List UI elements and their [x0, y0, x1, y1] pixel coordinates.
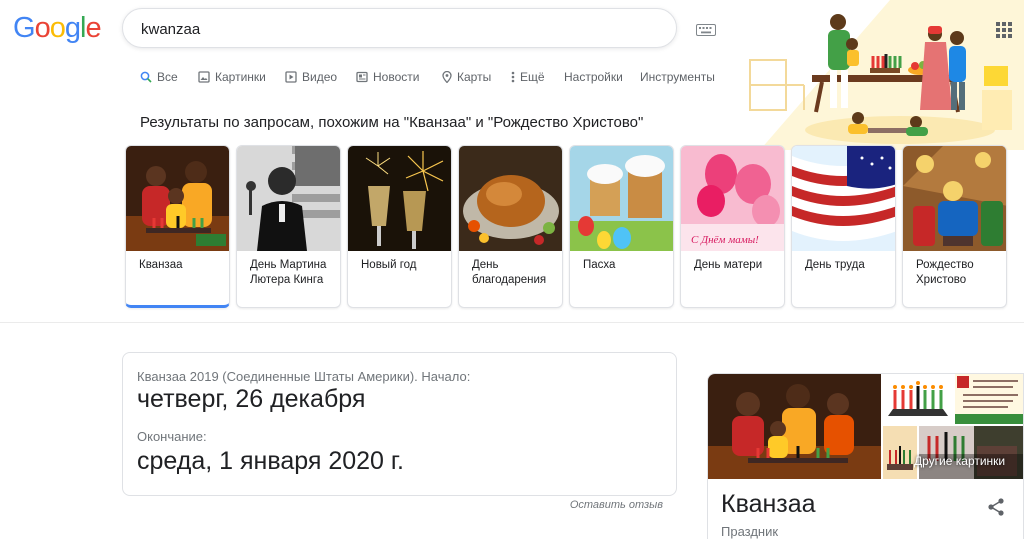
- start-date-value: четверг, 26 декабря: [137, 385, 366, 413]
- share-icon[interactable]: [988, 498, 1004, 521]
- tab-label: Ещё: [520, 70, 545, 84]
- search-box[interactable]: [122, 8, 783, 48]
- kwanzaa-family-image: [126, 146, 229, 251]
- card-label: Рождество Христово: [916, 259, 974, 286]
- kp-main-image[interactable]: [708, 374, 881, 479]
- google-logo[interactable]: Google: [13, 12, 102, 45]
- video-icon: [285, 71, 297, 83]
- tab-tools[interactable]: Инструменты: [640, 70, 715, 84]
- related-card-labor-day[interactable]: День труда: [791, 145, 896, 308]
- champagne-fireworks-image: [348, 146, 451, 251]
- logo-letter: G: [13, 12, 36, 44]
- knowledge-panel: Другие картинки Кванзаа Праздник: [707, 373, 1024, 539]
- related-card-thanksgiving[interactable]: День благодарения: [458, 145, 563, 308]
- kp-subtitle: Праздник: [721, 524, 779, 539]
- image-icon: [198, 71, 210, 83]
- end-date-value: среда, 1 января 2020 г.: [137, 447, 404, 475]
- more-images-link[interactable]: Другие картинки: [914, 454, 1005, 468]
- kwanzaa-doodle[interactable]: [720, 0, 1024, 150]
- related-card-christmas[interactable]: Рождество Христово: [902, 145, 1007, 308]
- kp-thumb-kinara[interactable]: [883, 374, 953, 424]
- keyboard-icon[interactable]: [696, 23, 716, 41]
- tulips-card-image: С Днём мамы!: [681, 146, 784, 251]
- easter-cakes-image: [570, 146, 673, 251]
- tab-label: Видео: [302, 70, 338, 84]
- related-card-kwanzaa[interactable]: Кванзаа: [125, 145, 230, 308]
- card-label: Кванзаа: [139, 259, 183, 271]
- tab-images[interactable]: Картинки: [198, 70, 266, 84]
- holiday-dates-card: Кванзаа 2019 (Соединенные Штаты Америки)…: [122, 352, 677, 496]
- kp-thumb-candles[interactable]: [883, 426, 917, 479]
- related-searches-title: Результаты по запросам, похожим на "Кван…: [140, 114, 644, 131]
- apps-grid-icon[interactable]: [996, 22, 1012, 43]
- end-date-label: Окончание:: [137, 429, 207, 444]
- feedback-link[interactable]: Оставить отзыв: [570, 499, 663, 511]
- related-card-mlk-day[interactable]: День Мартина Лютера Кинга: [236, 145, 341, 308]
- logo-letter: o: [34, 12, 51, 44]
- tab-label: Карты: [457, 70, 492, 84]
- search-input[interactable]: [141, 18, 561, 40]
- tab-label: Новости: [373, 70, 420, 84]
- card-label: День Мартина Лютера Кинга: [250, 259, 327, 286]
- logo-letter: g: [64, 12, 81, 44]
- card-label: День труда: [805, 259, 865, 271]
- search-icon: [140, 71, 152, 83]
- card-label: День благодарения: [472, 259, 547, 286]
- roast-turkey-image: [459, 146, 562, 251]
- kp-title: Кванзаа: [721, 490, 816, 518]
- tab-all[interactable]: Все: [140, 70, 178, 84]
- tab-more[interactable]: Ещё: [511, 70, 545, 84]
- nativity-icon-image: [903, 146, 1006, 251]
- tab-video[interactable]: Видео: [285, 70, 337, 84]
- logo-letter: o: [49, 12, 66, 44]
- kp-thumb-more[interactable]: [919, 426, 1023, 479]
- map-pin-icon: [442, 71, 452, 83]
- start-date-label: Кванзаа 2019 (Соединенные Штаты Америки)…: [137, 369, 471, 384]
- section-divider: [0, 322, 1024, 323]
- tab-label: Все: [157, 70, 178, 84]
- news-icon: [356, 71, 368, 83]
- related-card-new-year[interactable]: Новый год: [347, 145, 452, 308]
- svg-text:С Днём мамы!: С Днём мамы!: [691, 234, 759, 246]
- more-vert-icon: [511, 71, 515, 83]
- card-label: Пасха: [583, 259, 616, 271]
- us-flag-image: [792, 146, 895, 251]
- related-card-easter[interactable]: Пасха: [569, 145, 674, 308]
- tab-maps[interactable]: Карты: [442, 70, 491, 84]
- logo-letter: e: [85, 12, 101, 44]
- kp-thumb-card[interactable]: [955, 374, 1023, 424]
- tab-news[interactable]: Новости: [356, 70, 419, 84]
- related-card-mothers-day[interactable]: С Днём мамы! День матери: [680, 145, 785, 308]
- tab-label: Инструменты: [640, 70, 715, 84]
- card-label: День матери: [694, 259, 763, 271]
- tab-settings[interactable]: Настройки: [564, 70, 623, 84]
- card-label: Новый год: [361, 259, 417, 271]
- tab-label: Настройки: [564, 70, 623, 84]
- mlk-speech-image: [237, 146, 340, 251]
- tab-label: Картинки: [215, 70, 266, 84]
